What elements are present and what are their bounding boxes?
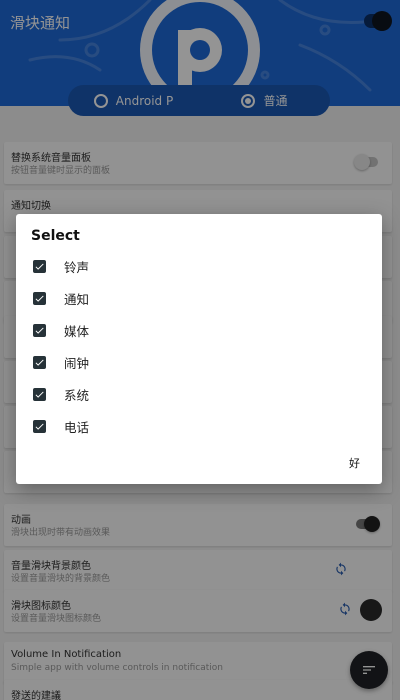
option-notification[interactable]: 通知 bbox=[16, 283, 382, 313]
check-icon bbox=[35, 423, 44, 430]
select-dialog: Select 铃声 通知 媒体 闹钟 系统 电话 好 bbox=[16, 214, 382, 484]
check-icon bbox=[35, 295, 44, 302]
checkbox-checked[interactable] bbox=[33, 259, 46, 273]
check-icon bbox=[35, 327, 44, 334]
checkbox-checked[interactable] bbox=[33, 419, 46, 433]
option-ringtone[interactable]: 铃声 bbox=[16, 251, 382, 281]
checkbox-checked[interactable] bbox=[33, 323, 46, 337]
option-phone[interactable]: 电话 bbox=[16, 411, 382, 441]
checkbox-checked[interactable] bbox=[33, 291, 46, 305]
option-label: 系统 bbox=[64, 387, 90, 403]
option-media[interactable]: 媒体 bbox=[16, 315, 382, 345]
option-label: 闹钟 bbox=[64, 355, 90, 371]
option-system[interactable]: 系统 bbox=[16, 379, 382, 409]
checkbox-checked[interactable] bbox=[33, 355, 46, 369]
option-label: 通知 bbox=[64, 291, 90, 307]
ok-button[interactable]: 好 bbox=[349, 455, 360, 471]
check-icon bbox=[35, 391, 44, 398]
dialog-title: Select bbox=[31, 228, 80, 244]
option-label: 电话 bbox=[64, 419, 90, 435]
option-label: 媒体 bbox=[64, 323, 90, 339]
option-alarm[interactable]: 闹钟 bbox=[16, 347, 382, 377]
option-label: 铃声 bbox=[64, 259, 90, 275]
check-icon bbox=[35, 359, 44, 366]
checkbox-checked[interactable] bbox=[33, 387, 46, 401]
check-icon bbox=[35, 263, 44, 270]
